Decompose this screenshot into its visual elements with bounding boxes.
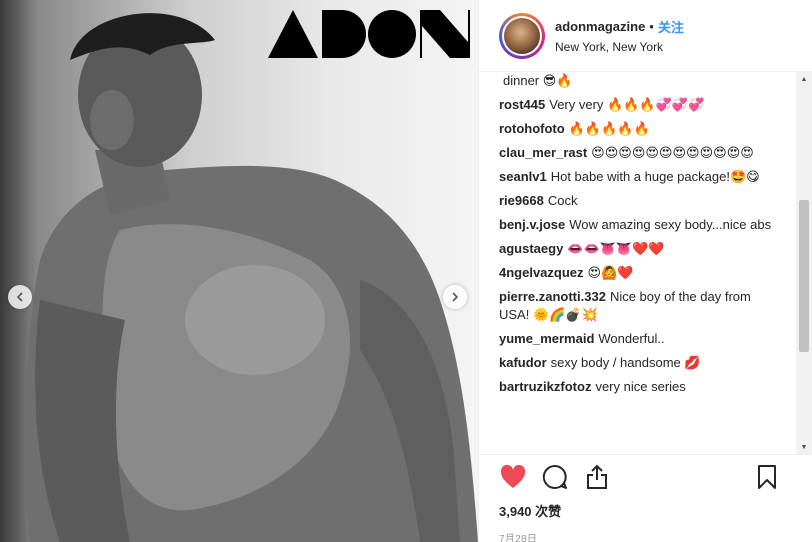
post-location[interactable]: New York, New York: [555, 40, 684, 54]
comment-text: 👄👄👅👅❤️❤️: [567, 241, 665, 256]
comment-item: benj.v.jose Wow amazing sexy body...nice …: [499, 216, 781, 234]
brand-logo: [268, 8, 470, 60]
follow-button[interactable]: 关注: [658, 17, 684, 36]
comment-username[interactable]: seanlv1: [499, 169, 547, 184]
heart-icon: [500, 465, 526, 488]
separator-dot: •: [649, 19, 654, 34]
comment-username[interactable]: clau_mer_rast: [499, 145, 587, 160]
comment-item: pierre.zanotti.332 Nice boy of the day fr…: [499, 288, 781, 324]
bookmark-icon: [758, 465, 776, 489]
comment-icon: [542, 464, 567, 489]
chevron-left-icon: [16, 292, 23, 302]
comment-username[interactable]: bartruzikzfotoz: [499, 379, 591, 394]
likes-count[interactable]: 3,940 次赞: [499, 501, 812, 520]
comment-item: rie9668 Cock: [499, 192, 781, 210]
share-icon: [587, 464, 607, 489]
comment-text: 😍😍😍😍😍😍😍😍😍😍😍😍: [591, 145, 754, 160]
comment-text: 🔥🔥🔥🔥🔥: [568, 121, 650, 136]
post-side-panel: adonmagazine • 关注 New York, New York din…: [478, 0, 812, 542]
instagram-post-view: adonmagazine • 关注 New York, New York din…: [0, 0, 812, 542]
post-photo[interactable]: [0, 0, 478, 542]
comment-username[interactable]: pierre.zanotti.332: [499, 289, 606, 304]
post-author-username[interactable]: adonmagazine: [555, 19, 645, 34]
comment-text: Very very 🔥🔥🔥💞💞💞: [549, 97, 705, 112]
comment-username[interactable]: rost445: [499, 97, 545, 112]
avatar[interactable]: [502, 15, 542, 56]
carousel-next-button[interactable]: [443, 285, 467, 309]
comment-username[interactable]: kafudor: [499, 355, 547, 370]
scrollbar-thumb[interactable]: [799, 200, 809, 352]
comment-item: clau_mer_rast 😍😍😍😍😍😍😍😍😍😍😍😍: [499, 144, 781, 162]
comment-text: Hot babe with a huge package!🤩😋: [550, 169, 760, 184]
comment-item: agustaegy 👄👄👅👅❤️❤️: [499, 240, 781, 258]
comment-item: seanlv1 Hot babe with a huge package!🤩😋: [499, 168, 781, 186]
carousel-prev-button[interactable]: [8, 285, 32, 309]
comment-text: sexy body / handsome 💋: [550, 355, 701, 370]
comment-text: 😍🙆❤️: [587, 265, 634, 280]
comments-list[interactable]: dinner 😎🔥 rost445 Very very 🔥🔥🔥💞💞💞 rotoho…: [499, 72, 781, 454]
share-button[interactable]: [583, 463, 611, 491]
comment-username[interactable]: yume_mermaid: [499, 331, 594, 346]
comment-username[interactable]: rie9668: [499, 193, 544, 208]
comment-username[interactable]: rotohofoto: [499, 121, 565, 136]
scroll-down-arrow-icon[interactable]: ▼: [796, 440, 812, 454]
comment-text: very nice series: [595, 379, 686, 394]
post-actions: 3,940 次赞 7月28日: [479, 454, 812, 542]
comment-item: bartruzikzfotoz very nice series: [499, 378, 781, 396]
comment-username[interactable]: agustaegy: [499, 241, 563, 256]
comment-item: kafudor sexy body / handsome 💋: [499, 354, 781, 372]
avatar-story-ring[interactable]: [499, 12, 545, 59]
comment-item: 4ngelvazquez 😍🙆❤️: [499, 264, 781, 282]
comment-button[interactable]: [541, 463, 569, 491]
comment-text: Wonderful..: [598, 331, 665, 346]
comment-username[interactable]: 4ngelvazquez: [499, 265, 584, 280]
comment-text: Cock: [547, 193, 578, 208]
post-header: adonmagazine • 关注 New York, New York: [479, 0, 812, 72]
likes-number: 3,940: [499, 504, 532, 519]
comment-username[interactable]: benj.v.jose: [499, 217, 565, 232]
comment-item: dinner 😎🔥: [499, 72, 781, 90]
comment-text: dinner 😎🔥: [503, 73, 573, 88]
post-date[interactable]: 7月28日: [499, 530, 812, 542]
comments-scrollbar[interactable]: ▲ ▼: [796, 72, 812, 454]
scroll-up-arrow-icon[interactable]: ▲: [796, 72, 812, 86]
model-photo: [24, 13, 478, 542]
comment-item: yume_mermaid Wonderful..: [499, 330, 781, 348]
comment-item: rotohofoto 🔥🔥🔥🔥🔥: [499, 120, 781, 138]
like-button[interactable]: [499, 463, 527, 491]
likes-label: 次赞: [535, 504, 562, 519]
chevron-right-icon: [452, 292, 459, 302]
save-button[interactable]: [753, 463, 781, 491]
comment-item: rost445 Very very 🔥🔥🔥💞💞💞: [499, 96, 781, 114]
comment-text: Wow amazing sexy body...nice abs: [569, 217, 772, 232]
